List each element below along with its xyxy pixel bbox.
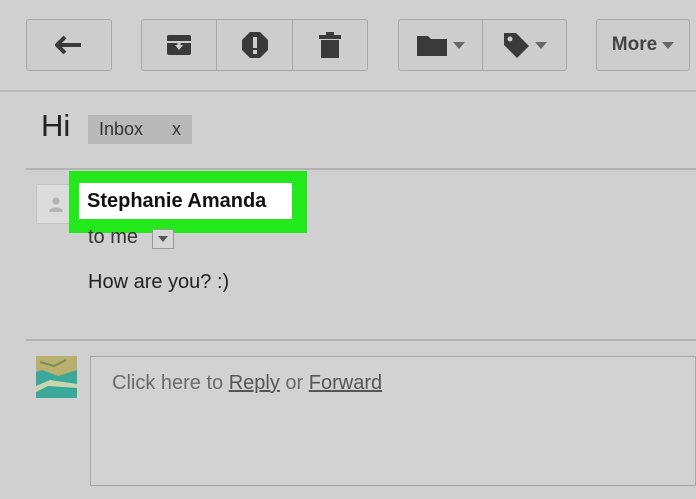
- archive-button[interactable]: [141, 19, 217, 71]
- archive-icon: [167, 35, 191, 55]
- chevron-down-icon: [535, 41, 547, 49]
- chevron-down-icon: [662, 41, 675, 49]
- reply-prompt: Click here to Reply or Forward: [112, 372, 382, 395]
- remove-label-button[interactable]: x: [172, 119, 181, 140]
- back-button[interactable]: [26, 19, 112, 71]
- toolbar-divider: [0, 90, 696, 92]
- thread-subject: Hi: [41, 108, 71, 143]
- inbox-label-chip: Inbox x: [88, 115, 192, 144]
- user-photo-icon: [36, 356, 77, 398]
- label-chip-name: Inbox: [99, 119, 144, 139]
- chevron-down-icon: [453, 41, 465, 49]
- more-button[interactable]: More: [596, 19, 690, 71]
- labels-button[interactable]: [483, 19, 567, 71]
- folder-icon: [417, 36, 447, 56]
- more-label: More: [611, 34, 658, 55]
- person-icon: [49, 197, 63, 212]
- report-spam-button[interactable]: [217, 19, 293, 71]
- show-details-button[interactable]: [152, 229, 174, 249]
- delete-button[interactable]: [293, 19, 368, 71]
- reply-arrow-icon: [55, 35, 81, 55]
- message-divider: [26, 339, 696, 341]
- subject-divider: [26, 168, 696, 170]
- user-avatar: [36, 356, 77, 398]
- reply-link[interactable]: Reply: [229, 372, 280, 394]
- report-spam-icon: [241, 32, 268, 58]
- message-body: How are you? :): [88, 271, 230, 293]
- recipient-line: to me: [88, 226, 139, 248]
- reply-box[interactable]: Click here to Reply or Forward: [90, 356, 696, 486]
- forward-link[interactable]: Forward: [309, 372, 382, 394]
- tag-icon: [504, 33, 529, 58]
- reply-prompt-prefix: Click here to: [112, 372, 229, 394]
- trash-icon: [319, 32, 341, 58]
- sender-name[interactable]: Stephanie Amanda: [79, 183, 292, 219]
- reply-prompt-joiner: or: [279, 372, 309, 394]
- chevron-down-icon: [158, 236, 168, 242]
- toolbar: More: [0, 0, 696, 92]
- move-to-button[interactable]: [398, 19, 483, 71]
